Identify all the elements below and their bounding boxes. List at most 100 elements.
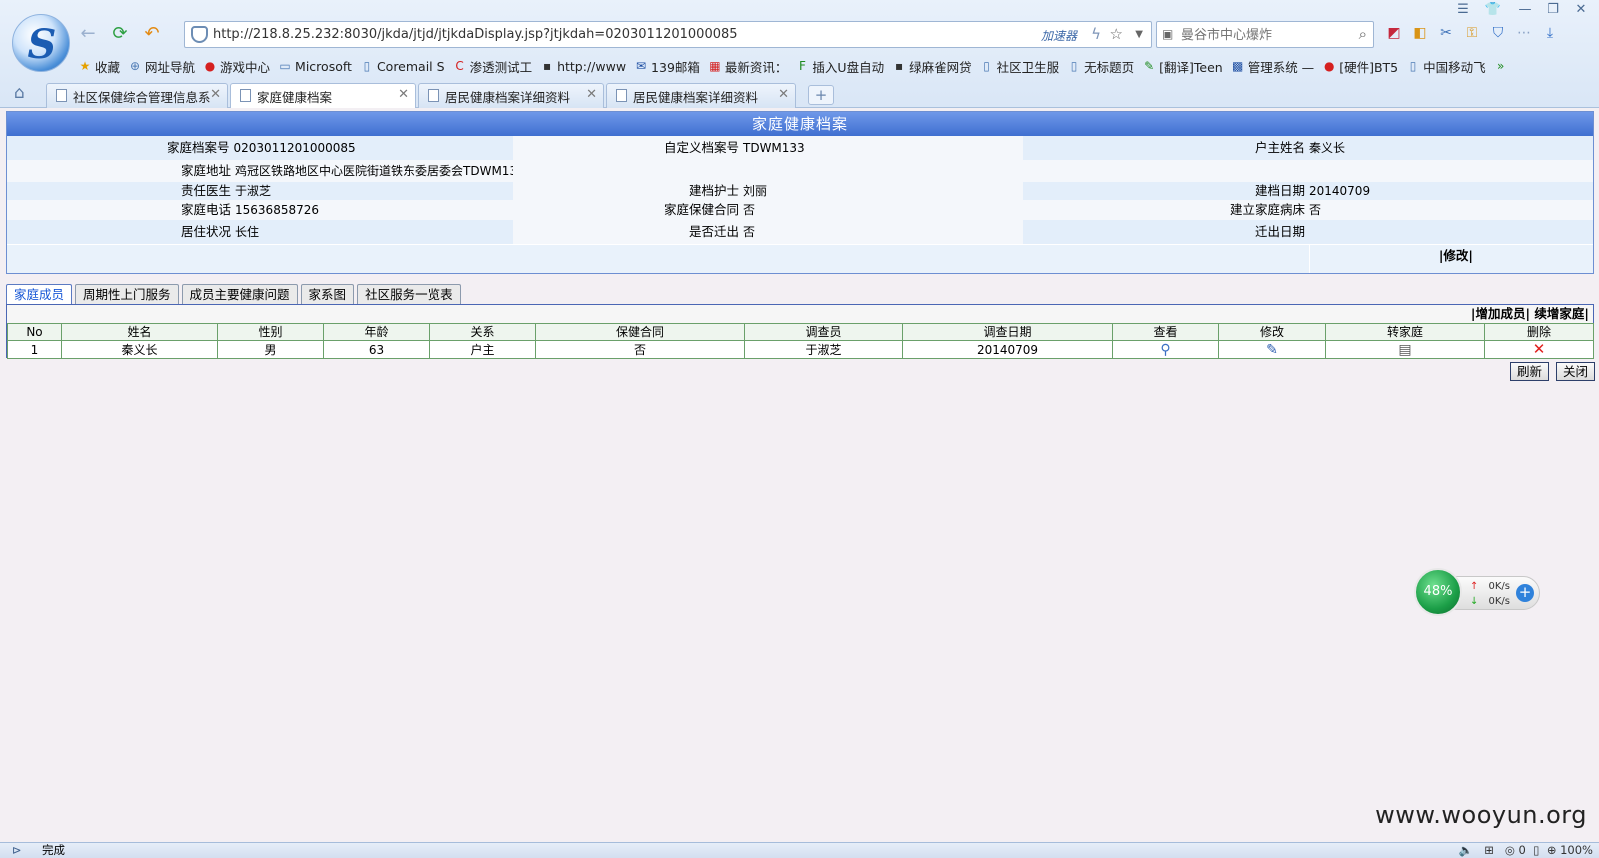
nav-buttons: ← ⟳ ↶ (76, 22, 164, 46)
close-button[interactable]: 关闭 (1556, 362, 1596, 381)
url-text[interactable]: http://218.8.25.232:8030/jkda/jtjd/jtjkd… (213, 27, 738, 42)
add-family-link[interactable]: 续增家庭| (1534, 306, 1589, 321)
moved-label: 是否迁出 (688, 224, 739, 239)
search-input[interactable] (1181, 26, 1351, 44)
archive-no-value: 0203011201000085 (233, 141, 356, 155)
nurse-value: 刘丽 (743, 184, 768, 198)
view-icon[interactable]: ⚲ (1160, 342, 1170, 358)
more-icon[interactable]: ⋯ (1514, 23, 1534, 43)
bookmark-item[interactable]: ▯ 中国移动飞 (1406, 55, 1486, 77)
tab-family-members[interactable]: 家庭成员 (6, 284, 73, 304)
network-speed-widget[interactable]: 48% ↑ 0K/s ↓ 0K/s + (1414, 568, 1540, 616)
edit-link[interactable]: |修改| (1439, 245, 1473, 264)
col-header: 姓名 (61, 323, 218, 341)
tab-health-problems[interactable]: 成员主要健康问题 (181, 284, 298, 304)
add-member-link[interactable]: |增加成员| (1471, 306, 1530, 321)
toolbox-icon[interactable]: ⊞ (1484, 843, 1494, 857)
bookmark-favorites[interactable]: ★ 收藏 (78, 55, 120, 77)
table-header-row: No 姓名 性别 年龄 关系 保健合同 调查员 调查日期 查看 修改 转家庭 删… (7, 323, 1594, 341)
page-content: 家庭健康档案 家庭档案号 0203011201000085 自定义档案号 TDWM… (0, 108, 1599, 842)
bookmark-item[interactable]: ▯ Coremail S (360, 55, 445, 77)
page-icon: ▯ (363, 59, 371, 73)
back-icon[interactable]: ← (76, 23, 100, 45)
bookmark-item[interactable]: ▪ http://www (540, 55, 626, 77)
refresh-icon[interactable]: ⟳ (108, 23, 132, 45)
bookmark-item[interactable]: ✎ [翻译]Teen (1142, 55, 1223, 77)
expand-icon[interactable]: + (1516, 584, 1534, 602)
tab-community-services[interactable]: 社区服务一览表 (357, 284, 461, 304)
bookmark-item[interactable]: ● [硬件]BT5 (1322, 55, 1398, 77)
bookmark-item[interactable]: F 插入U盘自动 (795, 55, 884, 77)
close-window-icon[interactable]: ✕ (1571, 2, 1591, 17)
star-icon[interactable]: ☆ (1110, 25, 1123, 43)
undo-icon[interactable]: ↶ (140, 23, 164, 45)
edit-icon[interactable]: ✎ (1266, 342, 1278, 358)
dropdown-icon[interactable]: ▼ (1135, 29, 1143, 40)
cell-name: 秦义长 (61, 340, 218, 359)
extension-icon[interactable]: ◩ (1384, 23, 1404, 43)
sidebar-toggle-icon[interactable]: ⊳ (12, 843, 22, 858)
skin-icon[interactable]: 👕 (1483, 2, 1503, 17)
bookmark-item[interactable]: ⊕ 网址导航 (128, 55, 195, 77)
restore-icon[interactable]: ❐ (1543, 2, 1563, 17)
transfer-family-icon[interactable]: ▤ (1398, 342, 1411, 358)
bookmark-item[interactable]: ● 游戏中心 (203, 55, 270, 77)
bookmark-item[interactable]: C 渗透测试工 (453, 55, 532, 77)
close-tab-icon[interactable]: ✕ (586, 87, 597, 102)
browser-tabs: ⌂ 社区保健综合管理信息系 ✕ 家庭健康档案 ✕ 居民健康档案详细资料 ✕ 居民健康档… (0, 81, 1599, 109)
translate-icon: ✎ (1144, 59, 1155, 73)
game-icon: ● (204, 59, 216, 73)
home-icon[interactable]: ⌂ (14, 83, 25, 103)
date-value: 20140709 (1309, 184, 1371, 198)
tab-community-system[interactable]: 社区保健综合管理信息系 ✕ (46, 83, 228, 108)
head-value: 秦义长 (1309, 141, 1346, 155)
close-tab-icon[interactable]: ✕ (210, 87, 221, 102)
menu-icon[interactable]: ☰ (1453, 2, 1473, 17)
toolbar-icons: ◩ ◧ ✂ ⚿ ⛉ ⋯ ⤓ (1384, 23, 1560, 43)
security-icon[interactable]: ⛉ (1488, 23, 1508, 43)
zoom-level[interactable]: 100% (1560, 843, 1593, 857)
bookmark-overflow[interactable]: » (1494, 55, 1511, 77)
f-icon: F (798, 59, 806, 73)
bookmark-item[interactable]: ▭ Microsoft (278, 55, 352, 77)
members-table: No 姓名 性别 年龄 关系 保健合同 调查员 调查日期 查看 修改 转家庭 删… (7, 323, 1594, 359)
download-icon[interactable]: ⤓ (1540, 23, 1560, 43)
close-tab-icon[interactable]: ✕ (778, 87, 789, 102)
bookmark-item[interactable]: ▩ 管理系统 — (1231, 55, 1314, 77)
search-icon[interactable]: ⌕ (1359, 25, 1367, 43)
site-icon: ▪ (895, 59, 904, 73)
custom-no-label: 自定义档案号 (663, 140, 739, 155)
mail-icon: ✉ (636, 59, 647, 73)
date-label: 建档日期 (1254, 183, 1305, 198)
volume-icon[interactable]: 🔈 (1459, 843, 1473, 857)
bookmark-item[interactable]: ▯ 无标题页 (1067, 55, 1134, 77)
adblock-icon[interactable]: ◎ (1505, 843, 1515, 857)
tab-periodic-visits[interactable]: 周期性上门服务 (75, 284, 179, 304)
c-icon: C (455, 59, 464, 73)
download-arrow-icon: ↓ (1470, 596, 1479, 607)
bookmark-item[interactable]: ▦ 最新资讯： (708, 55, 787, 77)
tab-resident-detail-2[interactable]: 居民健康档案详细资料 ✕ (606, 83, 796, 108)
refresh-button[interactable]: 刷新 (1510, 362, 1550, 381)
minimize-icon[interactable]: — (1515, 2, 1535, 17)
tab-resident-detail[interactable]: 居民健康档案详细资料 ✕ (418, 83, 604, 108)
col-header: 性别 (217, 323, 324, 341)
close-tab-icon[interactable]: ✕ (398, 87, 409, 102)
scissors-icon[interactable]: ✂ (1436, 23, 1456, 43)
address-bar[interactable]: http://218.8.25.232:8030/jkda/jtjd/jtjkd… (184, 21, 1152, 48)
key-icon[interactable]: ⚿ (1462, 23, 1482, 43)
browser-chrome: S ☰ 👕 — ❐ ✕ ← ⟳ ↶ http://218.8.25.232:80… (0, 0, 1599, 109)
bookmark-item[interactable]: ▯ 社区卫生服 (980, 55, 1059, 77)
tab-family-tree[interactable]: 家系图 (300, 284, 355, 304)
lightning-icon[interactable]: ϟ (1091, 25, 1101, 43)
browser-logo[interactable]: S (12, 14, 70, 72)
page-icon: ▯ (1409, 59, 1417, 73)
bookmark-tool-icon[interactable]: ◧ (1410, 23, 1430, 43)
tab-family-health[interactable]: 家庭健康档案 ✕ (230, 83, 416, 109)
new-tab-button[interactable]: + (808, 85, 834, 105)
delete-icon[interactable]: ✕ (1533, 342, 1546, 358)
accelerator-label[interactable]: 加速器 (1041, 27, 1077, 44)
bookmark-item[interactable]: ▪ 绿麻雀网贷 (892, 55, 972, 77)
zoom-icon[interactable]: ⊕ (1547, 843, 1557, 857)
bookmark-item[interactable]: ✉ 139邮箱 (634, 55, 700, 77)
